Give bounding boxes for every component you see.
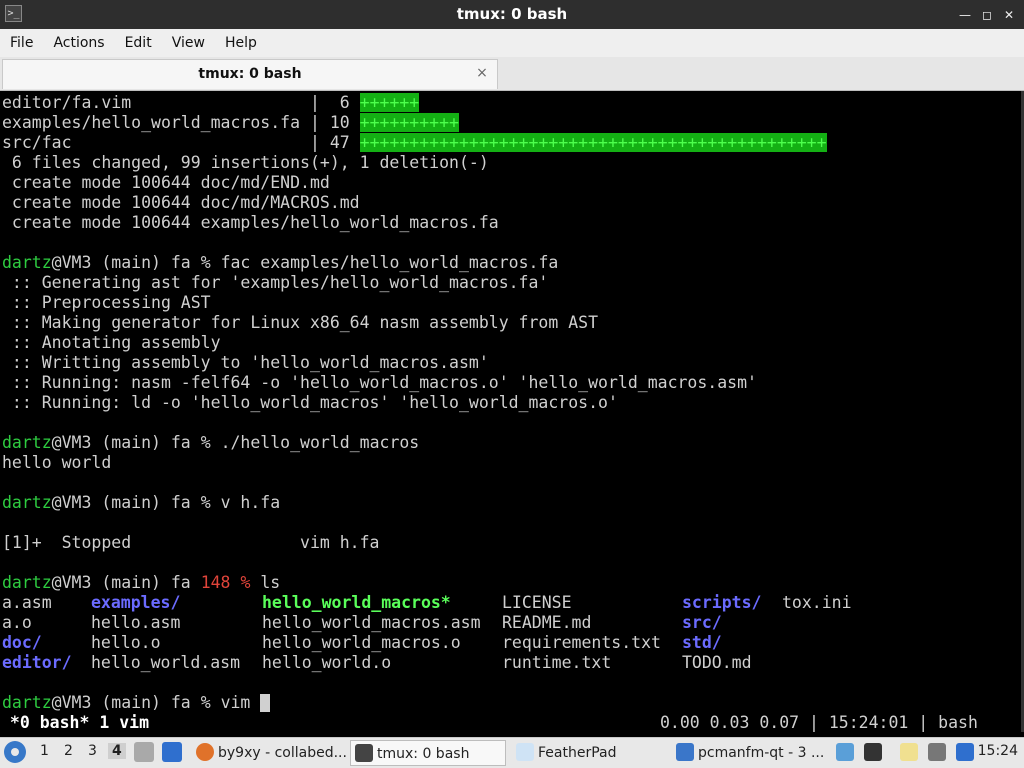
clock[interactable]: 15:24 [978,743,1018,759]
terminal-line: editor/fa.vim | 6 ++++++ [2,93,420,112]
diff-bar: ++++++ [359,93,420,112]
terminal-icon [355,744,373,762]
tab-tmux[interactable]: tmux: 0 bash × [2,59,498,89]
menu-file[interactable]: File [0,29,43,57]
file-manager-icon[interactable] [162,742,182,762]
start-menu-icon[interactable] [4,741,26,763]
diff-bar: ++++++++++++++++++++++++++++++++++++++++… [359,133,827,152]
terminal-line: :: Running: nasm -felf64 -o 'hello_world… [2,373,757,392]
task-firefox[interactable]: by9xy - collabed... [192,740,346,766]
ls-entry: LICENSE [502,593,572,612]
ls-entry: README.md [502,613,592,632]
terminal-line: examples/hello_world_macros.fa | 10 ++++… [2,113,459,132]
menu-view[interactable]: View [162,29,215,57]
terminal-line: :: Writting assembly to 'hello_world_mac… [2,353,489,372]
menu-help[interactable]: Help [215,29,267,57]
exit-status: 148 [200,573,241,592]
ls-entry: src/ [682,613,722,632]
tmux-windows: *0 bash* 1 vim [0,713,150,732]
update-icon[interactable] [956,743,974,761]
shell-prompt: dartz@VM3 (main) fa % v h.fa [2,493,281,512]
workspace-1[interactable]: 1 [40,743,49,759]
menu-edit[interactable]: Edit [115,29,162,57]
taskbar: 1 2 3 4 by9xy - collabed... tmux: 0 bash… [0,737,1024,768]
terminal-line: create mode 100644 doc/md/MACROS.md [2,193,360,212]
ls-entry: scripts/ [682,593,762,612]
terminal-line: src/fac | 47 +++++++++++++++++++++++++++… [2,133,827,152]
ls-entry: editor/ [2,653,72,672]
featherpad-icon [516,743,534,761]
ls-entry: a.asm [2,593,52,612]
maximize-icon[interactable]: ◻ [980,8,994,22]
terminal-line: :: Making generator for Linux x86_64 nas… [2,313,599,332]
ls-entry: hello.o [91,633,161,652]
ls-entry: doc/ [2,633,42,652]
shell-prompt: dartz@VM3 (main) fa % vim [2,693,271,713]
shell-prompt: dartz@VM3 (main) fa % ./hello_world_macr… [2,433,420,452]
firefox-icon [196,743,214,761]
terminal-line: :: Generating ast for 'examples/hello_wo… [2,273,549,292]
terminal-line: :: Preprocessing AST [2,293,211,312]
diff-bar: ++++++++++ [359,113,459,132]
tab-bar: tmux: 0 bash × [0,57,1024,91]
tab-label: tmux: 0 bash [198,66,302,82]
network-icon[interactable] [928,743,946,761]
ls-entry: a.o [2,613,32,632]
ls-entry: hello_world_macros.asm [262,613,481,632]
ls-entry: std/ [682,633,722,652]
terminal-line: hello world [2,453,112,472]
menu-actions[interactable]: Actions [43,29,114,57]
workspace-3[interactable]: 3 [88,743,97,759]
ls-entry: requirements.txt [502,633,661,652]
terminal-line: [1]+ Stopped vim h.fa [2,533,380,552]
task-terminal[interactable]: tmux: 0 bash [350,740,506,766]
ls-entry: hello_world_macros* [262,593,451,612]
text-cursor [260,694,271,712]
terminal-area[interactable]: editor/fa.vim | 6 ++++++ examples/hello_… [0,91,1024,732]
ls-entry: hello_world.asm [91,653,241,672]
ls-entry: runtime.txt [502,653,612,672]
bluetooth-icon[interactable] [836,743,854,761]
task-pcmanfm[interactable]: pcmanfm-qt - 3 ... [672,740,826,766]
workspace-4[interactable]: 4 [108,743,126,759]
workspace-2[interactable]: 2 [64,743,73,759]
terminal-line: :: Running: ld -o 'hello_world_macros' '… [2,393,618,412]
terminal-line: create mode 100644 doc/md/END.md [2,173,330,192]
window-title: tmux: 0 bash [456,5,568,23]
terminal-line: 6 files changed, 99 insertions(+), 1 del… [2,153,489,172]
tmux-status-right: 0.00 0.03 0.07 | 15:24:01 | bash [660,713,978,732]
window-titlebar[interactable]: >_ tmux: 0 bash — ◻ ✕ [0,0,1024,29]
shell-prompt: dartz@VM3 (main) fa % fac examples/hello… [2,253,559,272]
task-featherpad[interactable]: FeatherPad [512,740,668,766]
volume-icon[interactable] [864,743,882,761]
terminal-line: :: Anotating assembly [2,333,221,352]
shell-prompt: dartz@VM3 (main) fa 148 % ls [2,573,281,592]
show-desktop-icon[interactable] [134,742,154,762]
ls-entry: TODO.md [682,653,752,672]
ls-entry: hello.asm [91,613,181,632]
ls-entry: hello_world_macros.o [262,633,461,652]
minimize-icon[interactable]: — [958,8,972,22]
clipboard-icon[interactable] [900,743,918,761]
ls-entry: examples/ [91,593,181,612]
terminal-line: create mode 100644 examples/hello_world_… [2,213,499,232]
menubar: File Actions Edit View Help [0,29,1024,57]
tmux-status-bar: *0 bash* 1 vim 0.00 0.03 0.07 | 15:24:01 … [0,713,1024,732]
close-icon[interactable]: ✕ [1002,8,1016,22]
ls-entry: tox.ini [782,593,852,612]
ls-entry: hello_world.o [262,653,392,672]
tab-close-icon[interactable]: × [475,66,489,80]
folder-icon [676,743,694,761]
